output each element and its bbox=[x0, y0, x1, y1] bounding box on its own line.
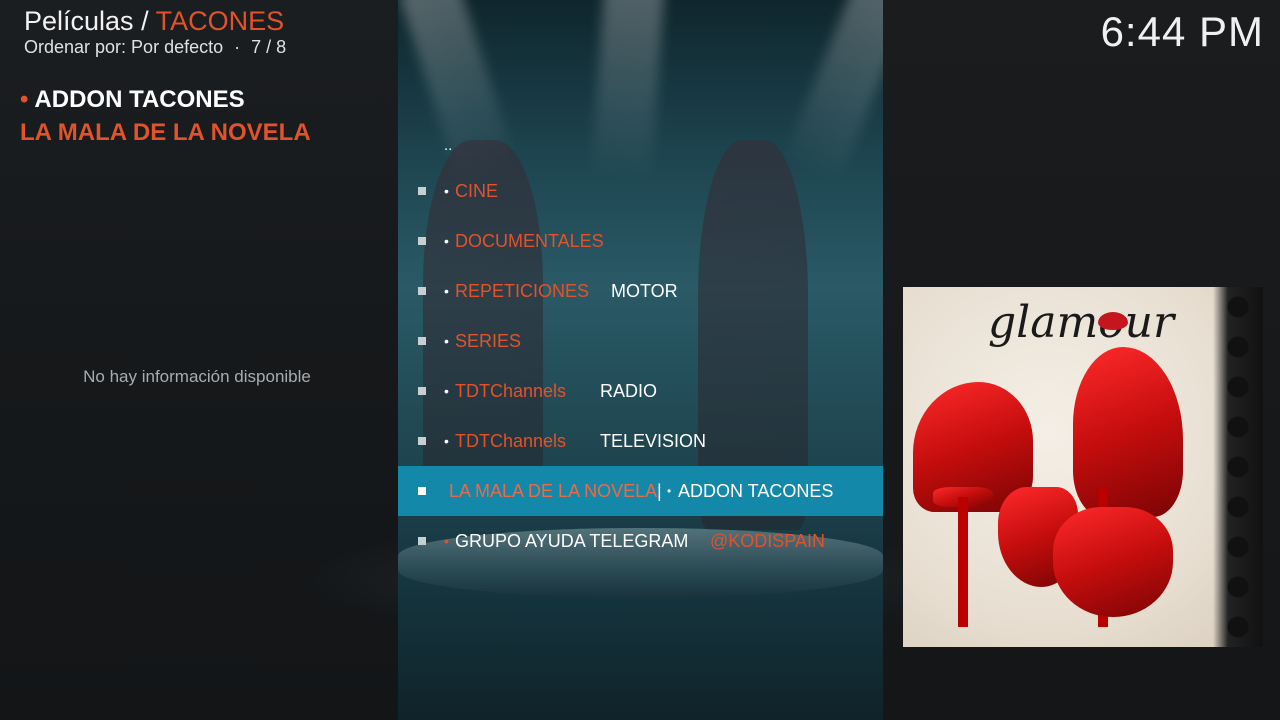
poster-title: glamour bbox=[988, 297, 1175, 348]
sort-dot: · bbox=[234, 37, 241, 57]
list-item-repeticiones[interactable]: • REPETICIONES MOTOR bbox=[398, 266, 883, 316]
item-bullet: • bbox=[444, 383, 449, 399]
section-label: Películas bbox=[24, 6, 134, 36]
item-bullet: • bbox=[667, 484, 672, 498]
lips-icon bbox=[1098, 312, 1128, 330]
item-bullet: • bbox=[444, 183, 449, 199]
item-sublabel: TELEVISION bbox=[600, 430, 707, 451]
list-item-tdt-radio[interactable]: • TDTChannels RADIO bbox=[398, 366, 883, 416]
item-square-icon bbox=[418, 237, 426, 245]
poster-thumbnail: glamour bbox=[903, 287, 1263, 647]
no-info-text: No hay información disponible bbox=[83, 367, 311, 386]
list-item-cine[interactable]: • CINE bbox=[398, 166, 883, 216]
file-list-panel: .. • CINE • DOCUMENTALES • REPETICIONES … bbox=[398, 0, 883, 720]
info-subtitle: LA MALA DE LA NOVELA bbox=[20, 119, 311, 146]
item-label: TDTChannels bbox=[455, 380, 567, 401]
list-item-documentales[interactable]: • DOCUMENTALES bbox=[398, 216, 883, 266]
sort-label: Ordenar por: Por defecto bbox=[24, 37, 224, 57]
item-square-icon bbox=[418, 387, 426, 395]
item-bullet: • bbox=[444, 233, 449, 249]
item-square-icon bbox=[418, 337, 426, 345]
list-item-series[interactable]: • SERIES bbox=[398, 316, 883, 366]
list-item-tdt-television[interactable]: • TDTChannels TELEVISION bbox=[398, 416, 883, 466]
item-square-icon bbox=[418, 537, 426, 545]
clock: 6:44 PM bbox=[1100, 8, 1264, 55]
page-title: Películas / TACONES bbox=[24, 6, 284, 37]
item-square-icon bbox=[418, 187, 426, 195]
item-bullet: • bbox=[444, 283, 449, 299]
item-label: REPETICIONES bbox=[455, 280, 590, 301]
item-sublabel: MOTOR bbox=[611, 280, 678, 301]
parent-folder-label: .. bbox=[444, 136, 453, 154]
item-square-icon bbox=[418, 437, 426, 445]
item-bullet: • bbox=[444, 333, 449, 349]
item-separator: | bbox=[657, 480, 662, 501]
info-title: • ADDON TACONES bbox=[20, 86, 245, 114]
list-item-grupo-telegram[interactable]: • GRUPO AYUDA TELEGRAM @KODISPAIN bbox=[398, 516, 883, 566]
title-separator: / bbox=[141, 6, 149, 36]
item-sublabel: ADDON TACONES bbox=[678, 480, 834, 501]
info-title-text: ADDON TACONES bbox=[34, 86, 245, 113]
folder-label: TACONES bbox=[155, 6, 285, 36]
red-heel-left-spike bbox=[958, 497, 968, 627]
red-heel-right bbox=[1073, 347, 1183, 517]
item-label: TDTChannels bbox=[455, 430, 567, 451]
info-bullet: • bbox=[20, 86, 29, 113]
item-label: LA MALA DE LA NOVELA bbox=[449, 480, 658, 501]
item-position: 7 / 8 bbox=[251, 37, 287, 57]
item-sublabel: RADIO bbox=[600, 380, 658, 401]
item-bullet: • bbox=[444, 533, 449, 549]
item-label: CINE bbox=[455, 180, 499, 201]
item-label: SERIES bbox=[455, 330, 522, 351]
list-item-parent[interactable]: .. bbox=[398, 120, 883, 170]
item-square-icon bbox=[418, 287, 426, 295]
sort-info: Ordenar por: Por defecto · 7 / 8 bbox=[24, 37, 286, 58]
lace-border bbox=[1213, 287, 1263, 647]
item-label: DOCUMENTALES bbox=[455, 230, 604, 251]
item-square-icon bbox=[418, 487, 426, 495]
item-sublabel: @KODISPAIN bbox=[710, 530, 825, 551]
red-heel-right-toe bbox=[1053, 507, 1173, 617]
list-item-la-mala-de-la-novela[interactable]: LA MALA DE LA NOVELA | • ADDON TACONES bbox=[398, 466, 883, 516]
item-bullet: • bbox=[444, 433, 449, 449]
item-label: GRUPO AYUDA TELEGRAM bbox=[455, 530, 689, 551]
